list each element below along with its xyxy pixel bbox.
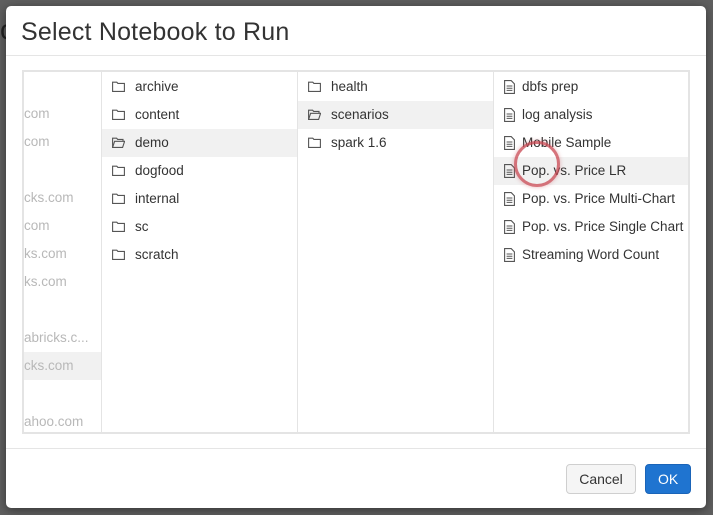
folders-item[interactable]: archive (102, 73, 297, 101)
users-item[interactable] (24, 380, 101, 408)
folders-item-label: dogfood (135, 163, 184, 178)
subfolders-item-label: scenarios (331, 107, 389, 122)
subfolders-item-label: health (331, 79, 368, 94)
notebooks-item[interactable]: Streaming Word Count (494, 241, 688, 269)
notebooks-item[interactable]: dbfs prep (494, 73, 688, 101)
folder-open-icon (112, 137, 125, 148)
folders-item-label: content (135, 107, 180, 122)
notebook-icon (504, 248, 515, 262)
users-item-label: cks.com (24, 358, 74, 373)
folders-item-label: archive (135, 79, 179, 94)
folder-icon (112, 165, 125, 176)
notebook-icon (504, 164, 515, 178)
users-item[interactable] (24, 72, 101, 100)
users-item[interactable]: cks.com (24, 352, 101, 380)
folders-item[interactable]: scratch (102, 241, 297, 269)
notebooks-item-label: log analysis (522, 107, 593, 122)
notebook-icon (504, 220, 515, 234)
dialog-footer-divider (6, 448, 706, 449)
subfolders-item[interactable]: scenarios (298, 101, 493, 129)
users-item-label: abricks.c... (24, 330, 89, 345)
notebooks-item-label: Pop. vs. Price Single Chart (522, 219, 684, 234)
folders-item-label: internal (135, 191, 180, 206)
folder-icon (112, 249, 125, 260)
users-column[interactable]: com com cks.com com ks.com ks.com abricks.c...… (24, 72, 102, 432)
folder-icon (112, 109, 125, 120)
users-item[interactable]: com (24, 100, 101, 128)
folder-icon (112, 221, 125, 232)
folders-column[interactable]: archive content demo dogfood internal sc scrat… (102, 72, 298, 432)
folders-item[interactable]: demo (102, 129, 297, 157)
notebooks-item-label: dbfs prep (522, 79, 579, 94)
folder-icon (308, 137, 321, 148)
notebooks-item[interactable]: Pop. vs. Price Single Chart (494, 213, 688, 241)
users-item-label: ks.com (24, 246, 67, 261)
users-item-label: ahoo.com (24, 414, 84, 429)
subfolders-item[interactable]: spark 1.6 (298, 129, 493, 157)
users-item[interactable] (24, 296, 101, 324)
users-item-label: com (24, 134, 50, 149)
notebook-icon (504, 108, 515, 122)
users-item-label: com (24, 106, 50, 121)
folder-icon (112, 193, 125, 204)
users-item[interactable]: cks.com (24, 184, 101, 212)
users-item-label: com (24, 218, 50, 233)
folders-item[interactable]: content (102, 101, 297, 129)
users-item[interactable]: com (24, 212, 101, 240)
dialog-header: Select Notebook to Run (6, 6, 706, 56)
folders-item[interactable]: internal (102, 185, 297, 213)
users-item-label: ks.com (24, 274, 67, 289)
folders-item[interactable]: sc (102, 213, 297, 241)
notebooks-item-label: Pop. vs. Price Multi-Chart (522, 191, 676, 206)
folders-item-label: scratch (135, 247, 179, 262)
users-item[interactable]: ks.com (24, 268, 101, 296)
notebooks-item-label: Streaming Word Count (522, 247, 660, 262)
folder-icon (308, 81, 321, 92)
folders-item[interactable]: dogfood (102, 157, 297, 185)
cancel-button[interactable]: Cancel (566, 464, 636, 494)
notebook-icon (504, 136, 515, 150)
users-item[interactable]: com (24, 128, 101, 156)
users-item[interactable]: abricks.c... (24, 324, 101, 352)
notebooks-item[interactable]: Pop. vs. Price LR (494, 157, 688, 185)
notebook-icon (504, 80, 515, 94)
notebooks-item-label: Pop. vs. Price LR (522, 163, 627, 178)
users-item-label: cks.com (24, 190, 74, 205)
notebooks-item[interactable]: Pop. vs. Price Multi-Chart (494, 185, 688, 213)
folder-open-icon (308, 109, 321, 120)
subfolders-item[interactable]: health (298, 73, 493, 101)
notebooks-item[interactable]: log analysis (494, 101, 688, 129)
folders-item-label: sc (135, 219, 149, 234)
select-notebook-dialog: Select Notebook to Run com com cks.com com k… (6, 6, 706, 508)
ok-button[interactable]: OK (645, 464, 691, 494)
notebooks-item[interactable]: Mobile Sample (494, 129, 688, 157)
notebooks-item-label: Mobile Sample (522, 135, 612, 150)
subfolders-item-label: spark 1.6 (331, 135, 387, 150)
folder-icon (112, 81, 125, 92)
users-item[interactable] (24, 156, 101, 184)
subfolders-column[interactable]: health scenarios spark 1.6 (298, 72, 494, 432)
folders-item-label: demo (135, 135, 169, 150)
notebooks-column[interactable]: dbfs prep log analysis Mobile Sample Pop. v… (494, 72, 688, 432)
users-item[interactable]: ahoo.com (24, 408, 101, 432)
users-item[interactable]: ks.com (24, 240, 101, 268)
file-browser: com com cks.com com ks.com ks.com abricks.c...… (22, 70, 690, 434)
notebook-icon (504, 192, 515, 206)
dialog-title: Select Notebook to Run (21, 18, 290, 46)
